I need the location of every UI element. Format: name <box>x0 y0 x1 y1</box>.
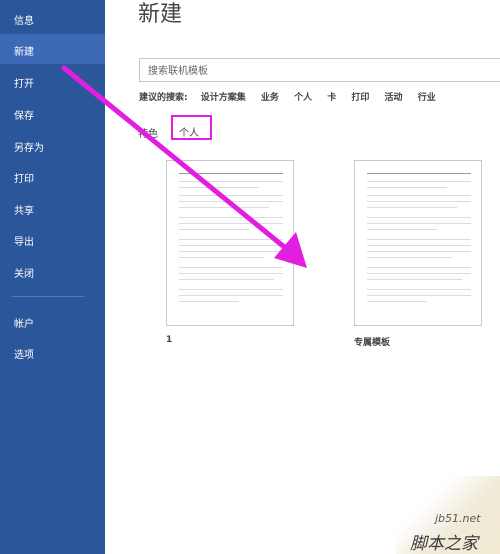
suggestion-industry[interactable]: 行业 <box>418 93 436 103</box>
tab-featured[interactable]: 特色 <box>138 125 158 140</box>
page-title: 新建 <box>138 2 183 27</box>
suggested-searches: 建议的搜索: 设计方案集 业务 个人 卡 打印 活动 行业 <box>139 90 448 103</box>
nav-share[interactable]: 共享 <box>14 202 34 217</box>
suggestion-design-sets[interactable]: 设计方案集 <box>201 93 246 103</box>
nav-options[interactable]: 选项 <box>14 346 34 361</box>
template-thumbnail-1[interactable] <box>166 160 294 326</box>
suggestion-events[interactable]: 活动 <box>385 93 403 103</box>
nav-save[interactable]: 保存 <box>14 107 34 122</box>
nav-info[interactable]: 信息 <box>14 12 34 27</box>
nav-divider <box>12 296 84 297</box>
nav-account[interactable]: 帐户 <box>14 315 34 330</box>
nav-print[interactable]: 打印 <box>14 170 34 185</box>
backstage-sidebar: 信息 新建 打开 保存 另存为 打印 共享 导出 关闭 帐户 选项 <box>0 0 105 554</box>
tab-personal-highlight-box <box>171 115 212 140</box>
template-search-input[interactable] <box>146 60 500 83</box>
suggestion-personal[interactable]: 个人 <box>294 93 312 103</box>
nav-save-as[interactable]: 另存为 <box>14 139 44 154</box>
nav-open[interactable]: 打开 <box>14 75 34 90</box>
template-name-2: 专属模板 <box>354 338 391 348</box>
suggestion-cards[interactable]: 卡 <box>327 93 336 103</box>
watermark-url: jb51.net <box>435 512 481 525</box>
main-panel: 新建 建议的搜索: 设计方案集 业务 个人 卡 打印 活动 行业 特色 个人 <box>105 0 500 554</box>
nav-close[interactable]: 关闭 <box>14 265 34 280</box>
template-name-1: 1 <box>166 335 173 345</box>
watermark-site-name: 脚本之家 <box>410 534 478 554</box>
nav-export[interactable]: 导出 <box>14 233 34 248</box>
template-thumbnail-2[interactable] <box>354 160 482 326</box>
nav-new[interactable]: 新建 <box>14 43 34 58</box>
template-search-box[interactable] <box>139 58 500 83</box>
suggested-searches-label: 建议的搜索: <box>139 93 188 103</box>
suggestion-business[interactable]: 业务 <box>261 93 279 103</box>
suggestion-print[interactable]: 打印 <box>351 93 369 103</box>
